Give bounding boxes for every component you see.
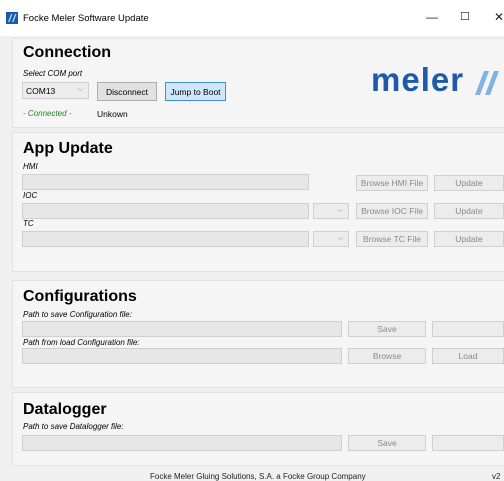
configurations-panel: Configurations Path to save Configuratio…: [12, 280, 504, 388]
ioc-label: IOC: [23, 191, 38, 200]
hmi-path-field[interactable]: [22, 174, 309, 190]
tc-select[interactable]: ⌵: [313, 231, 349, 247]
datalogger-save-path-label: Path to save Datalogger file:: [23, 422, 124, 431]
app-update-panel: App Update HMI Browse HMI File Update IO…: [12, 132, 504, 272]
update-ioc-button[interactable]: Update: [434, 203, 504, 219]
disconnect-button[interactable]: Disconnect: [97, 82, 157, 101]
com-port-label: Select COM port: [23, 69, 83, 78]
datalogger-save-button[interactable]: Save: [348, 435, 426, 451]
app-update-title: App Update: [23, 140, 113, 157]
title-bar: Focke Meler Software Update — ☐ ✕: [0, 0, 504, 36]
app-logo-icon: [6, 12, 18, 24]
chevron-down-icon: ⌵: [77, 86, 83, 93]
config-browse-button[interactable]: Browse: [348, 348, 426, 364]
configurations-title: Configurations: [23, 288, 137, 305]
jump-to-boot-button[interactable]: Jump to Boot: [165, 82, 226, 101]
footer-version: v2: [492, 472, 501, 481]
hmi-label: HMI: [23, 162, 38, 171]
config-save-path-label: Path to save Configuration file:: [23, 310, 132, 319]
browse-hmi-button[interactable]: Browse HMI File: [356, 175, 428, 191]
meler-logo-text: meler: [371, 61, 465, 98]
update-tc-button[interactable]: Update: [434, 231, 504, 247]
config-extra-button[interactable]: [432, 321, 504, 337]
browse-ioc-button[interactable]: Browse IOC File: [356, 203, 428, 219]
datalogger-save-path-field[interactable]: [22, 435, 342, 451]
config-load-path-field[interactable]: [22, 348, 342, 364]
com-port-select[interactable]: COM13 ⌵: [22, 82, 89, 99]
meler-logo-icon: [475, 71, 499, 95]
maximize-button[interactable]: ☐: [460, 10, 470, 23]
browse-tc-button[interactable]: Browse TC File: [356, 231, 428, 247]
chevron-down-icon: ⌵: [337, 207, 343, 214]
config-save-path-field[interactable]: [22, 321, 342, 337]
config-save-button[interactable]: Save: [348, 321, 426, 337]
minimize-button[interactable]: —: [426, 10, 438, 24]
connection-title: Connection: [23, 44, 111, 61]
footer-company: Focke Meler Gluing Solutions, S.A. a Foc…: [150, 472, 366, 481]
tc-path-field[interactable]: [22, 231, 309, 247]
close-button[interactable]: ✕: [494, 10, 504, 24]
ioc-path-field[interactable]: [22, 203, 309, 219]
ioc-select[interactable]: ⌵: [313, 203, 349, 219]
config-load-path-label: Path from load Configuration file:: [23, 338, 140, 347]
tc-label: TC: [23, 219, 34, 228]
connection-status: - Connected -: [23, 109, 72, 118]
window-title: Focke Meler Software Update: [23, 13, 149, 24]
datalogger-extra-button[interactable]: [432, 435, 504, 451]
datalogger-title: Datalogger: [23, 401, 107, 418]
com-port-value: COM13: [26, 86, 56, 96]
chevron-down-icon: ⌵: [337, 235, 343, 242]
datalogger-panel: Datalogger Path to save Datalogger file:…: [12, 392, 504, 466]
device-name: Unkown: [97, 109, 128, 119]
connection-panel: Connection Select COM port COM13 ⌵ Disco…: [12, 38, 504, 128]
config-load-button[interactable]: Load: [432, 348, 504, 364]
update-hmi-button[interactable]: Update: [434, 175, 504, 191]
